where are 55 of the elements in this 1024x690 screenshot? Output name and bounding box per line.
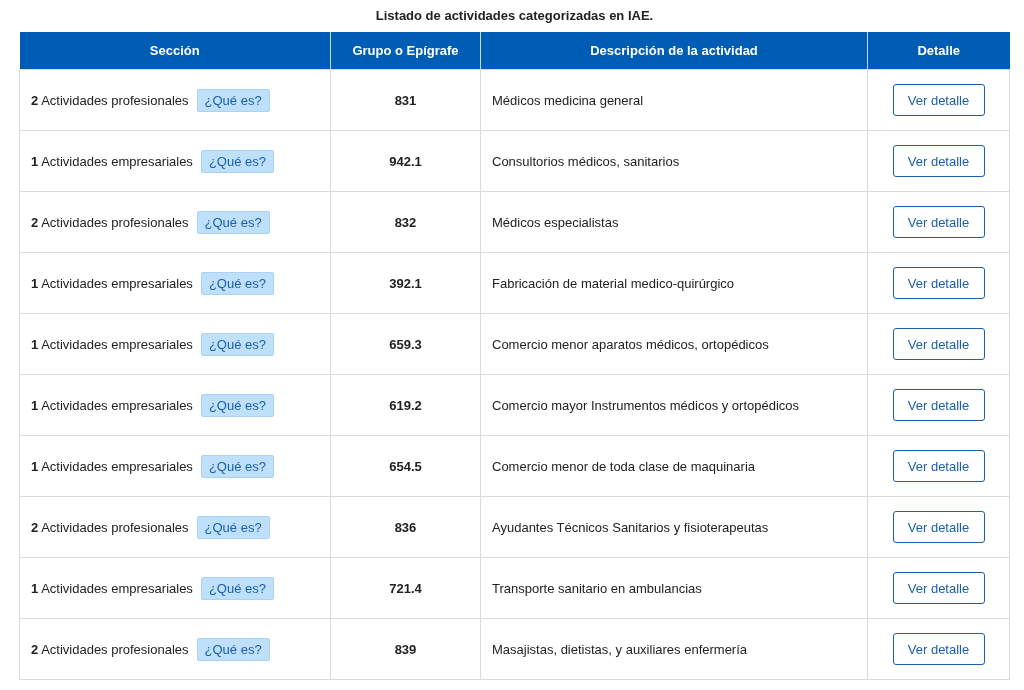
- info-button[interactable]: ¿Qué es?: [200, 332, 274, 356]
- section-label: 1 Actividades empresariales: [31, 153, 193, 169]
- view-detail-button[interactable]: Ver detalle: [892, 572, 985, 604]
- section-label: 1 Actividades empresariales: [31, 397, 193, 413]
- section-label: 1 Actividades empresariales: [31, 458, 193, 474]
- section-label: 2 Actividades profesionales: [31, 519, 189, 535]
- view-detail-button[interactable]: Ver detalle: [892, 633, 985, 665]
- activity-description: Fabricación de material medico-quirúrgico: [492, 275, 735, 291]
- group-code: 942.1: [389, 153, 422, 169]
- table-title: Listado de actividades categorizadas en IAE.: [374, 7, 655, 25]
- activity-description: Comercio menor aparatos médicos, ortopédicos: [492, 336, 769, 352]
- section-label: 1 Actividades empresariales: [31, 336, 193, 352]
- activity-description: Masajistas, dietistas, y auxiliares enfermería: [492, 641, 748, 657]
- group-code: 832: [394, 214, 417, 230]
- view-detail-button[interactable]: Ver detalle: [892, 206, 985, 238]
- activity-description: Comercio menor de toda clase de maquinaria: [492, 458, 756, 474]
- activity-description: Médicos medicina general: [492, 92, 644, 108]
- group-code: 836: [394, 519, 417, 535]
- activity-description: Ayudantes Técnicos Sanitarios y fisioterapeutas: [492, 519, 769, 535]
- activity-description: Médicos especialistas: [492, 214, 619, 230]
- group-code: 392.1: [389, 275, 422, 291]
- column-header: Detalle: [867, 32, 1010, 70]
- info-button[interactable]: ¿Qué es?: [200, 576, 274, 600]
- section-label: 2 Actividades profesionales: [31, 214, 189, 230]
- group-code: 619.2: [389, 397, 422, 413]
- group-code: 721.4: [389, 580, 422, 596]
- info-button[interactable]: ¿Qué es?: [200, 149, 274, 173]
- info-button[interactable]: ¿Qué es?: [200, 454, 274, 478]
- info-button[interactable]: ¿Qué es?: [200, 393, 274, 417]
- activity-description: Consultorios médicos, sanitarios: [492, 153, 680, 169]
- view-detail-button[interactable]: Ver detalle: [892, 511, 985, 543]
- group-code: 831: [394, 92, 417, 108]
- info-button[interactable]: ¿Qué es?: [196, 210, 270, 234]
- view-detail-button[interactable]: Ver detalle: [892, 267, 985, 299]
- info-button[interactable]: ¿Qué es?: [196, 88, 270, 112]
- section-label: 1 Actividades empresariales: [31, 580, 193, 596]
- view-detail-button[interactable]: Ver detalle: [892, 145, 985, 177]
- section-label: 1 Actividades empresariales: [31, 275, 193, 291]
- column-header: Sección: [19, 32, 331, 70]
- activity-description: Comercio mayor Instrumentos médicos y ortopédicos: [492, 397, 800, 413]
- info-button[interactable]: ¿Qué es?: [200, 271, 274, 295]
- view-detail-button[interactable]: Ver detalle: [892, 84, 985, 116]
- group-code: 654.5: [389, 458, 422, 474]
- column-header: Descripción de la actividad: [480, 32, 868, 70]
- section-label: 2 Actividades profesionales: [31, 641, 189, 657]
- column-header: Grupo o Epígrafe: [330, 32, 481, 70]
- info-button[interactable]: ¿Qué es?: [196, 637, 270, 661]
- activity-description: Transporte sanitario en ambulancias: [492, 580, 702, 596]
- view-detail-button[interactable]: Ver detalle: [892, 389, 985, 421]
- section-label: 2 Actividades profesionales: [31, 92, 189, 108]
- view-detail-button[interactable]: Ver detalle: [892, 450, 985, 482]
- info-button[interactable]: ¿Qué es?: [196, 515, 270, 539]
- group-code: 659.3: [389, 336, 422, 352]
- group-code: 839: [394, 641, 417, 657]
- view-detail-button[interactable]: Ver detalle: [892, 328, 985, 360]
